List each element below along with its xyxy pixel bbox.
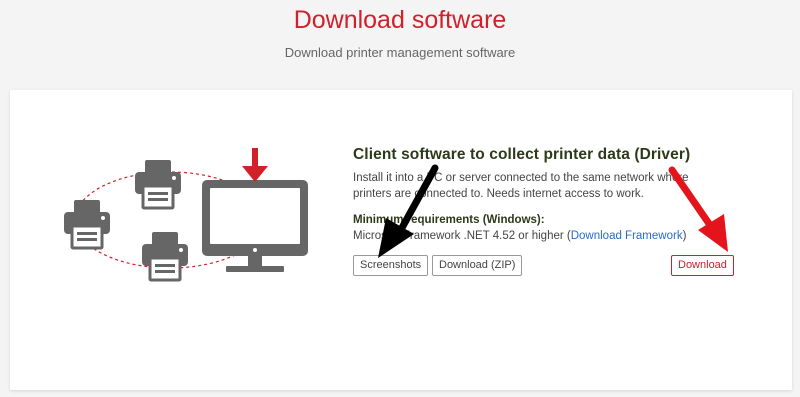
- printer-icon: [140, 230, 190, 282]
- requirements-text: Microsoft Framework .NET 4.52 or higher …: [353, 229, 753, 244]
- download-button[interactable]: Download: [671, 255, 734, 276]
- requirements-suffix: ): [682, 230, 687, 242]
- download-framework-link[interactable]: Download Framework: [571, 230, 683, 242]
- printer-icon: [133, 158, 183, 210]
- printer-network-illustration: [62, 148, 308, 282]
- requirements-title: Minimum requirements (Windows):: [353, 214, 545, 226]
- page-subtitle: Download printer management software: [284, 45, 516, 60]
- software-details: Client software to collect printer data …: [353, 146, 753, 244]
- software-heading: Client software to collect printer data …: [353, 146, 691, 163]
- screenshots-button[interactable]: Screenshots: [353, 255, 429, 276]
- page-title: Download software: [293, 6, 507, 34]
- action-buttons: Screenshots Download (ZIP) Download: [353, 255, 738, 277]
- requirements-prefix: Microsoft Framework .NET 4.52 or higher …: [353, 230, 571, 242]
- software-description: Install it into a PC or server connected…: [353, 172, 689, 200]
- download-arrow-icon: [242, 148, 268, 182]
- download-zip-button[interactable]: Download (ZIP): [432, 255, 523, 276]
- software-card: Client software to collect printer data …: [10, 90, 792, 390]
- monitor-icon: [202, 180, 308, 272]
- printer-icon: [62, 198, 112, 250]
